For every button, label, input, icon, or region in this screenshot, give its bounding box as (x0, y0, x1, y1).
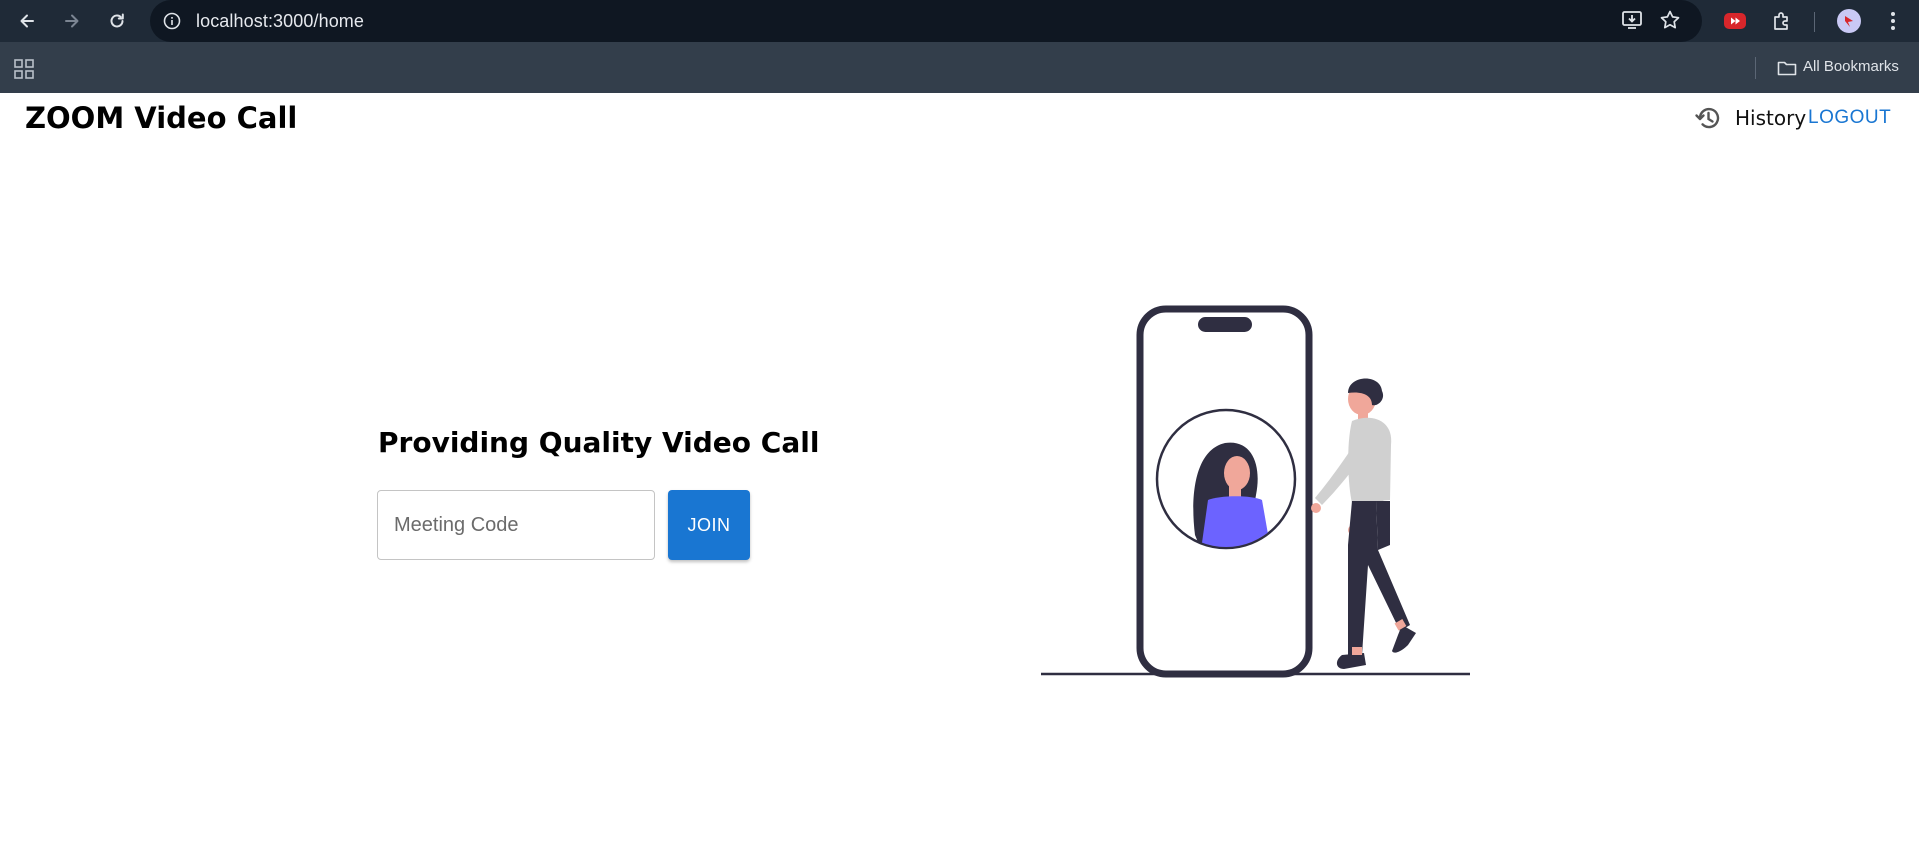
profile-button[interactable] (1834, 6, 1864, 36)
extensions-puzzle-icon (1774, 12, 1788, 30)
all-bookmarks-link[interactable]: All Bookmarks (1803, 58, 1899, 75)
forward-icon (65, 14, 79, 28)
url-text: localhost:3000/home (196, 11, 365, 31)
apps-grid-icon[interactable] (13, 58, 35, 80)
reload-icon (110, 13, 124, 28)
profile-avatar (1837, 9, 1861, 33)
app-title: ZOOM Video Call (25, 101, 298, 135)
browser-toolbar: localhost:3000/home (0, 0, 1919, 42)
hero-heading: Providing Quality Video Call (378, 426, 820, 459)
address-bar[interactable]: localhost:3000/home (150, 0, 1702, 42)
history-icon (1695, 107, 1720, 129)
back-icon (20, 14, 34, 28)
star-icon[interactable] (1658, 8, 1682, 32)
more-menu-button[interactable] (1878, 6, 1908, 36)
bookmarks-bar (0, 42, 1919, 93)
toolbar-divider (1814, 12, 1815, 32)
history-button[interactable]: History (1694, 103, 1806, 133)
logout-button[interactable]: LOGOUT (1808, 107, 1891, 129)
bookmarks-divider (1755, 57, 1756, 79)
video-call-illustration (1041, 305, 1470, 678)
more-menu-icon (1891, 12, 1895, 30)
reload-button[interactable] (102, 6, 132, 36)
join-button[interactable]: JOIN (668, 490, 750, 560)
site-info-icon[interactable] (162, 11, 182, 31)
extensions-button[interactable] (1767, 6, 1797, 36)
install-app-icon[interactable] (1620, 8, 1644, 32)
extension-red-icon (1724, 13, 1746, 29)
back-button[interactable] (12, 6, 42, 36)
extension-red-button[interactable] (1720, 6, 1750, 36)
history-label: History (1735, 106, 1807, 130)
folder-icon (1777, 61, 1797, 76)
forward-button[interactable] (57, 6, 87, 36)
phone-notch (1198, 317, 1252, 332)
standing-person (1311, 378, 1416, 669)
meeting-code-input[interactable] (377, 490, 655, 560)
